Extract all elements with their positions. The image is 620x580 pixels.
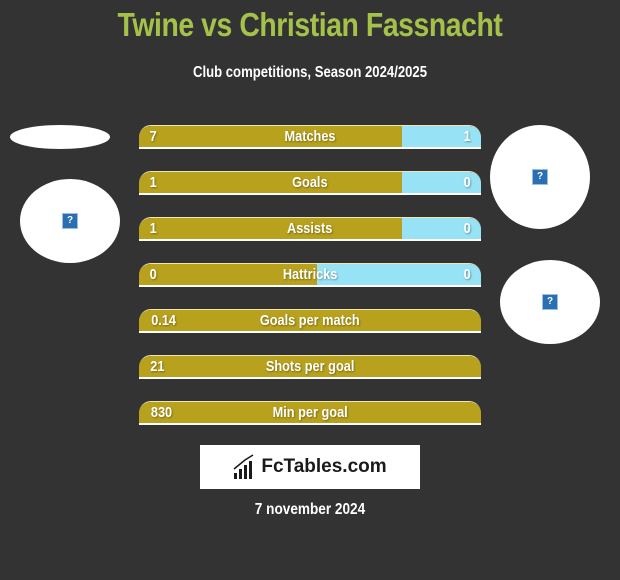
stat-label: Shots per goal (265, 358, 355, 375)
stat-label: Min per goal (272, 404, 348, 421)
logo-text: FcTables.com (261, 456, 387, 477)
right-value: 0 (463, 220, 471, 237)
missing-image-icon: ? (62, 213, 78, 229)
left-player-team-badge (10, 125, 110, 149)
right-player-team-badge: ? (500, 260, 600, 344)
page-subtitle: Club competitions, Season 2024/2025 (192, 64, 428, 81)
left-value: 1 (149, 220, 157, 237)
stat-row-assists: Assists 1 0 (139, 217, 481, 241)
missing-image-icon: ? (532, 169, 548, 185)
right-value: 0 (463, 266, 471, 283)
stat-row-matches: Matches 7 1 (139, 125, 481, 149)
left-value: 0.14 (151, 312, 177, 329)
left-value: 7 (149, 128, 157, 145)
right-value: 0 (463, 174, 471, 191)
stat-label: Goals per match (260, 312, 360, 329)
missing-image-icon: ? (542, 294, 558, 310)
stat-label: Goals (292, 174, 328, 191)
right-player-avatar: ? (490, 125, 590, 229)
left-value: 1 (149, 174, 157, 191)
stat-row-min-per-goal: Min per goal 830 (139, 401, 481, 425)
fctables-logo[interactable]: FcTables.com (200, 445, 420, 489)
left-value: 830 (150, 404, 173, 421)
date-label: 7 november 2024 (254, 501, 366, 518)
stat-row-goals: Goals 1 0 (139, 171, 481, 195)
left-value: 21 (150, 358, 165, 375)
stat-label: Hattricks (282, 266, 338, 283)
stat-row-goals-per-match: Goals per match 0.14 (139, 309, 481, 333)
left-player-avatar: ? (20, 179, 120, 263)
page-title: Twine vs Christian Fassnacht (117, 6, 503, 43)
stat-row-shots-per-goal: Shots per goal 21 (139, 355, 481, 379)
stat-label: Matches (284, 128, 336, 145)
right-value: 1 (463, 128, 471, 145)
bar-chart-icon (233, 454, 254, 479)
stat-row-hattricks: Hattricks 0 0 (139, 263, 481, 287)
stat-label: Assists (287, 220, 333, 237)
left-value: 0 (149, 266, 157, 283)
